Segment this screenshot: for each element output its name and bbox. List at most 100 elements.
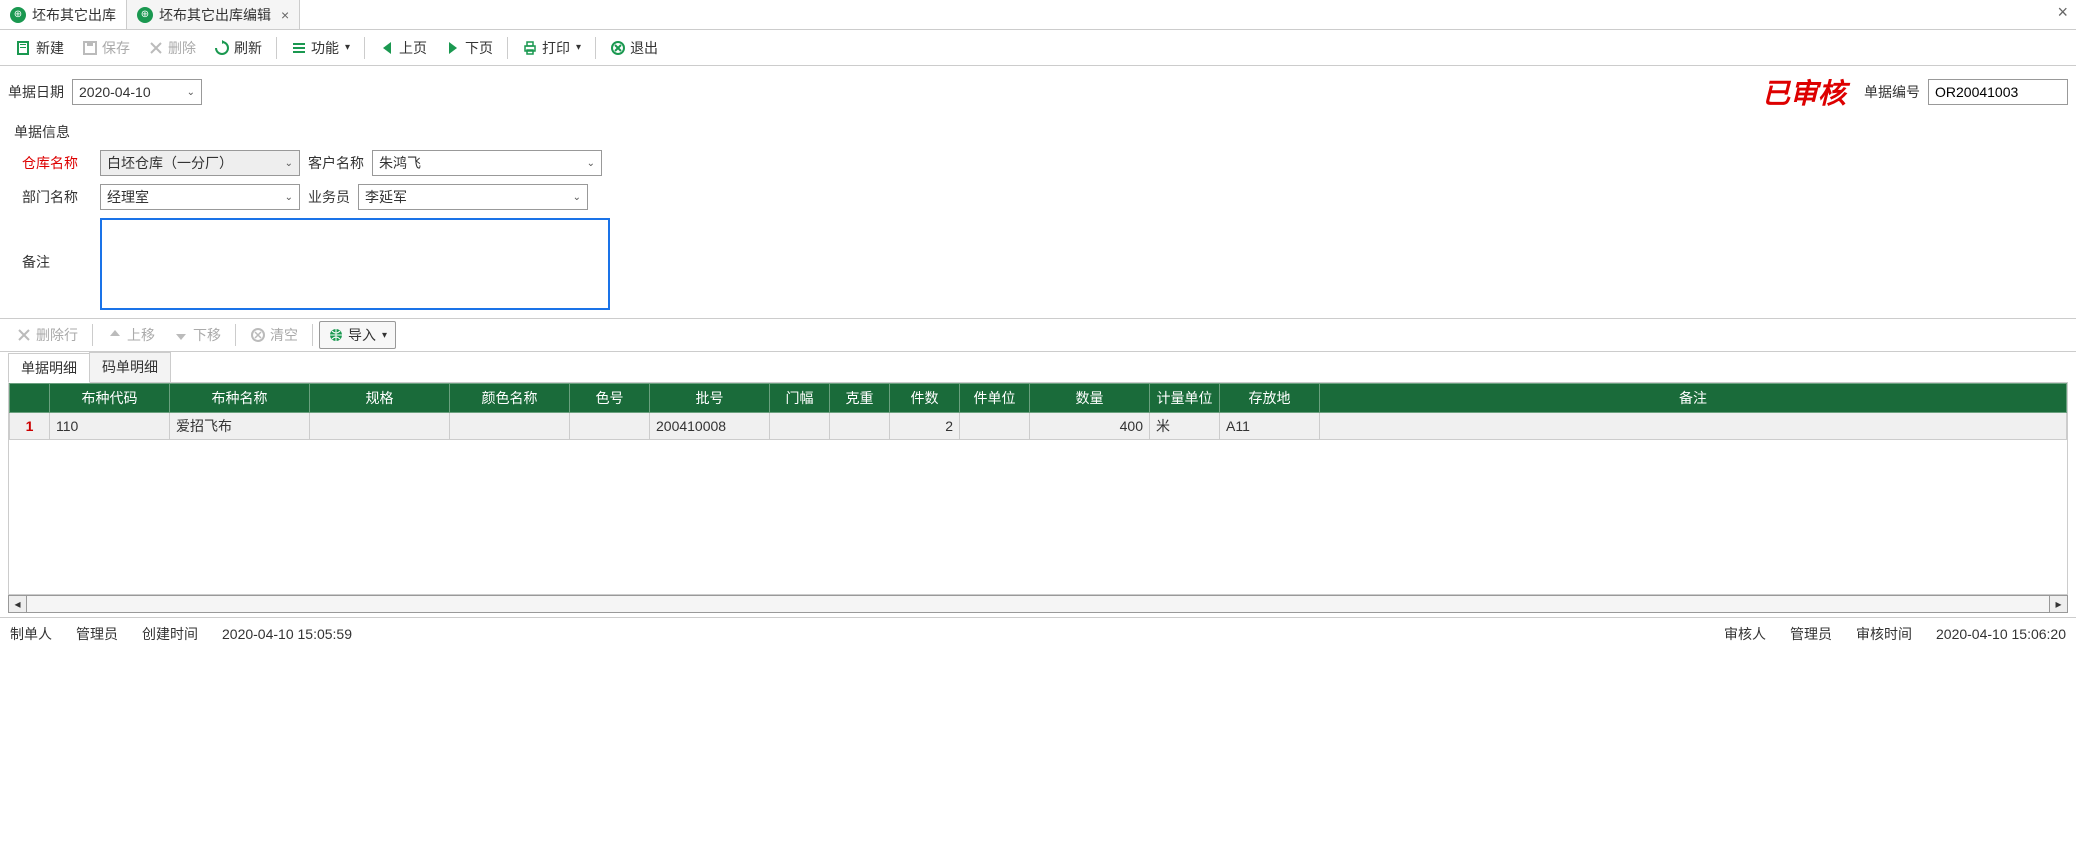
cell-remark[interactable] xyxy=(1320,413,2067,440)
date-picker[interactable]: 2020-04-10 ⌄ xyxy=(72,79,202,105)
scroll-right-icon[interactable]: ▸ xyxy=(2049,596,2067,612)
dept-value: 经理室 xyxy=(107,187,149,207)
chevron-down-icon: ⌄ xyxy=(285,192,293,203)
import-label: 导入 xyxy=(348,325,376,345)
tab-label: 坯布其它出库编辑 xyxy=(159,5,271,25)
separator xyxy=(507,37,508,59)
move-up-button: 上移 xyxy=(99,322,163,348)
move-down-label: 下移 xyxy=(193,325,221,345)
exit-label: 退出 xyxy=(630,38,658,58)
customer-label: 客户名称 xyxy=(308,153,364,173)
chevron-down-icon: ▾ xyxy=(345,42,350,53)
col-location[interactable]: 存放地 xyxy=(1220,384,1320,413)
creator-label: 制单人 xyxy=(10,624,52,644)
window-close-icon[interactable]: × xyxy=(2057,2,2068,23)
customer-select[interactable]: 朱鸿飞 ⌄ xyxy=(372,150,602,176)
refresh-icon xyxy=(214,40,230,56)
col-weight[interactable]: 克重 xyxy=(830,384,890,413)
cell-qty[interactable]: 400 xyxy=(1030,413,1150,440)
cell-rownum: 1 xyxy=(10,413,50,440)
scroll-left-icon[interactable]: ◂ xyxy=(9,596,27,612)
globe-icon xyxy=(328,327,344,343)
dept-select[interactable]: 经理室 ⌄ xyxy=(100,184,300,210)
clear-button: 清空 xyxy=(242,322,306,348)
clear-label: 清空 xyxy=(270,325,298,345)
grid-header-row: 布种代码 布种名称 规格 颜色名称 色号 批号 门幅 克重 件数 件单位 数量 … xyxy=(10,384,2067,413)
detail-grid[interactable]: 布种代码 布种名称 规格 颜色名称 色号 批号 门幅 克重 件数 件单位 数量 … xyxy=(9,383,2067,440)
cell-width[interactable] xyxy=(770,413,830,440)
cell-code[interactable]: 110 xyxy=(50,413,170,440)
delete-button: 删除 xyxy=(140,35,204,61)
docno-field[interactable] xyxy=(1928,79,2068,105)
col-spec[interactable]: 规格 xyxy=(310,384,450,413)
cell-name[interactable]: 爱招飞布 xyxy=(170,413,310,440)
horizontal-scrollbar[interactable]: ◂ ▸ xyxy=(8,595,2068,613)
tab-outbound-edit[interactable]: ⊕ 坯布其它出库编辑 × xyxy=(127,0,300,29)
separator xyxy=(276,37,277,59)
warehouse-select[interactable]: 白坯仓库（一分厂） ⌄ xyxy=(100,150,300,176)
delete-row-label: 删除行 xyxy=(36,325,78,345)
header-row: 单据日期 2020-04-10 ⌄ 已审核 单据编号 xyxy=(0,66,2076,118)
col-width[interactable]: 门幅 xyxy=(770,384,830,413)
tab-label: 坯布其它出库 xyxy=(32,5,116,25)
sales-select[interactable]: 李延军 ⌄ xyxy=(358,184,588,210)
scroll-track[interactable] xyxy=(27,596,2049,612)
cell-location[interactable]: A11 xyxy=(1220,413,1320,440)
separator xyxy=(235,324,236,346)
doc-info-group: 单据信息 仓库名称 白坯仓库（一分厂） ⌄ 客户名称 朱鸿飞 ⌄ 部门名称 经理… xyxy=(10,122,2066,310)
print-button[interactable]: 打印 ▾ xyxy=(514,35,589,61)
approved-stamp: 已审核 xyxy=(1762,72,1846,112)
cell-unit[interactable]: 米 xyxy=(1150,413,1220,440)
close-icon[interactable]: × xyxy=(281,7,289,23)
cell-spec[interactable] xyxy=(310,413,450,440)
cell-weight[interactable] xyxy=(830,413,890,440)
next-label: 下页 xyxy=(465,38,493,58)
customer-value: 朱鸿飞 xyxy=(379,153,421,173)
col-color-no[interactable]: 色号 xyxy=(570,384,650,413)
cell-pieces[interactable]: 2 xyxy=(890,413,960,440)
prev-button[interactable]: 上页 xyxy=(371,35,435,61)
cell-color-name[interactable] xyxy=(450,413,570,440)
col-code[interactable]: 布种代码 xyxy=(50,384,170,413)
separator xyxy=(92,324,93,346)
group-title: 单据信息 xyxy=(10,122,2066,142)
import-button[interactable]: 导入 ▾ xyxy=(319,321,396,349)
move-up-label: 上移 xyxy=(127,325,155,345)
save-icon xyxy=(82,40,98,56)
remark-field[interactable] xyxy=(100,218,610,310)
docno-label: 单据编号 xyxy=(1864,82,1920,102)
chevron-down-icon: ▾ xyxy=(382,330,387,341)
separator xyxy=(595,37,596,59)
exit-button[interactable]: 退出 xyxy=(602,35,666,61)
clear-icon xyxy=(250,327,266,343)
table-row[interactable]: 1 110 爱招飞布 200410008 2 400 米 A11 xyxy=(10,413,2067,440)
col-name[interactable]: 布种名称 xyxy=(170,384,310,413)
tab-doc-detail[interactable]: 单据明细 xyxy=(8,353,90,383)
col-pieces[interactable]: 件数 xyxy=(890,384,960,413)
refresh-button[interactable]: 刷新 xyxy=(206,35,270,61)
tab-code-detail[interactable]: 码单明细 xyxy=(89,352,171,382)
cell-color-no[interactable] xyxy=(570,413,650,440)
cell-piece-unit[interactable] xyxy=(960,413,1030,440)
list-icon xyxy=(291,40,307,56)
functions-button[interactable]: 功能 ▾ xyxy=(283,35,358,61)
col-batch[interactable]: 批号 xyxy=(650,384,770,413)
next-button[interactable]: 下页 xyxy=(437,35,501,61)
col-qty[interactable]: 数量 xyxy=(1030,384,1150,413)
arrow-up-icon xyxy=(107,327,123,343)
col-unit[interactable]: 计量单位 xyxy=(1150,384,1220,413)
cell-batch[interactable]: 200410008 xyxy=(650,413,770,440)
col-piece-unit[interactable]: 件单位 xyxy=(960,384,1030,413)
col-color-name[interactable]: 颜色名称 xyxy=(450,384,570,413)
functions-label: 功能 xyxy=(311,38,339,58)
creator-value: 管理员 xyxy=(76,624,118,644)
new-button[interactable]: 新建 xyxy=(8,35,72,61)
document-tabs: ⊕ 坯布其它出库 ⊕ 坯布其它出库编辑 × × xyxy=(0,0,2076,30)
col-remark[interactable]: 备注 xyxy=(1320,384,2067,413)
separator xyxy=(312,324,313,346)
print-icon xyxy=(522,40,538,56)
status-bar: 制单人 管理员 创建时间 2020-04-10 15:05:59 审核人 管理员… xyxy=(0,617,2076,650)
prev-label: 上页 xyxy=(399,38,427,58)
auditor-value: 管理员 xyxy=(1790,624,1832,644)
tab-outbound-list[interactable]: ⊕ 坯布其它出库 xyxy=(0,0,127,29)
